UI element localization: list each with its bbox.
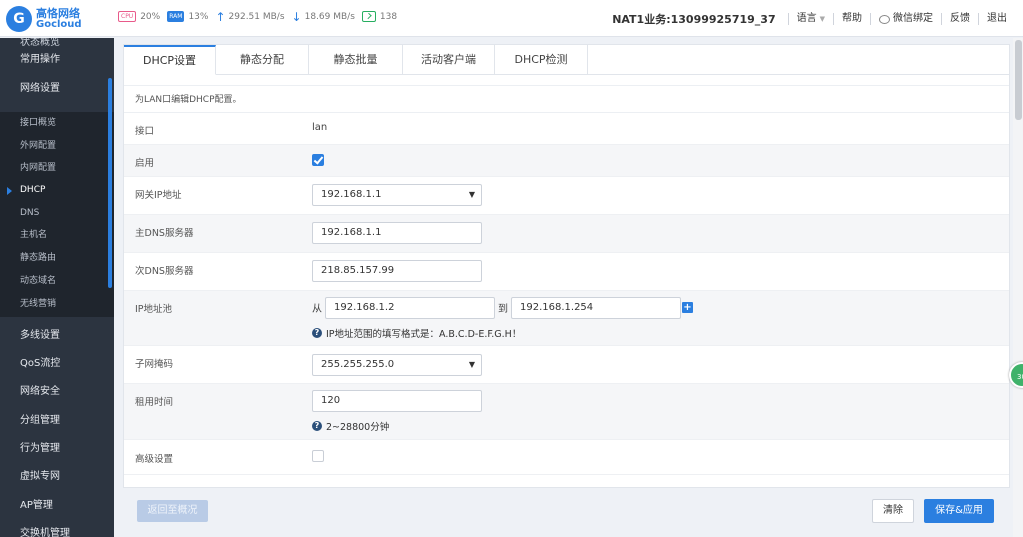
ip-pool-label: IP地址池 — [135, 304, 173, 315]
sidebar-item-common[interactable]: 常用操作 — [0, 46, 114, 74]
wechat-bind-link[interactable]: 微信绑定 — [870, 13, 941, 25]
sidebar-subitem-interfaces[interactable]: 接口概览 — [0, 112, 114, 134]
brand-name-cn: 高恪网络 — [36, 7, 80, 20]
terminal-icon — [361, 11, 376, 22]
terminal-count: 138 — [361, 11, 397, 22]
sidebar-subitem-wan[interactable]: 外网配置 — [0, 135, 114, 157]
dropdown-arrow-icon: ▼ — [468, 360, 475, 369]
status-stats: CPU 20% RAM 13% ↑ 292.51 MB/s ↓ 18.69 MB… — [118, 9, 404, 24]
account-name: NAT1业务:13099925719_37 — [612, 13, 776, 26]
advanced-checkbox[interactable] — [312, 450, 324, 462]
tab-dhcp-detect[interactable]: DHCP检测 — [495, 45, 588, 75]
tab-bar: DHCP设置 静态分配 静态批量 活动客户端 DHCP检测 — [124, 45, 588, 75]
advanced-label: 高级设置 — [135, 454, 174, 465]
row-interface: 接口 lan — [124, 114, 1009, 145]
lease-time-input[interactable]: 120 — [312, 390, 482, 412]
lease-hint: ? 2~28800分钟 — [312, 419, 389, 433]
scroll-thumb[interactable] — [1015, 40, 1022, 120]
sidebar-item-vpn[interactable]: 虚拟专网 — [0, 463, 114, 491]
row-dns2: 次DNS服务器 218.85.157.99 — [124, 253, 1009, 291]
gateway-label: 网关IP地址 — [135, 190, 182, 201]
save-apply-button[interactable]: 保存&应用 — [924, 499, 994, 523]
tab-dhcp-settings[interactable]: DHCP设置 — [124, 45, 216, 75]
row-dns1: 主DNS服务器 192.168.1.1 — [124, 215, 1009, 253]
top-bar: G 高恪网络 Gocloud CPU 20% RAM 13% ↑ 292.51 … — [0, 0, 1023, 37]
sidebar-item-behavior[interactable]: 行为管理 — [0, 435, 114, 463]
tab-active-clients[interactable]: 活动客户端 — [403, 45, 495, 75]
interface-value: lan — [312, 122, 328, 133]
tab-static-batch[interactable]: 静态批量 — [309, 45, 403, 75]
sidebar-subitem-static-route[interactable]: 静态路由 — [0, 247, 114, 269]
active-indicator-icon — [7, 187, 12, 195]
pool-to-word: 到 — [498, 304, 508, 315]
sidebar: 状态概览 常用操作 网络设置 接口概览 外网配置 内网配置 DHCP DNS 主… — [0, 38, 114, 537]
chevron-down-icon: ▼ — [819, 15, 825, 23]
dns1-label: 主DNS服务器 — [135, 228, 194, 239]
ram-usage: RAM 13% — [167, 11, 209, 22]
dns1-input[interactable]: 192.168.1.1 — [312, 222, 482, 244]
main-content: DHCP设置 静态分配 静态批量 活动客户端 DHCP检测 为LAN口编辑DHC… — [114, 38, 1023, 537]
row-ip-pool: IP地址池 从 192.168.1.2 到 192.168.1.254 + ? … — [124, 291, 1009, 346]
tab-static-assign[interactable]: 静态分配 — [216, 45, 309, 75]
lease-time-label: 租用时间 — [135, 397, 174, 408]
subnet-mask-select[interactable]: 255.255.255.0 ▼ — [312, 354, 482, 376]
feedback-link[interactable]: 反馈 — [941, 13, 978, 25]
interface-label: 接口 — [135, 126, 155, 137]
subnet-mask-label: 子网掩码 — [135, 359, 174, 370]
sidebar-item-network[interactable]: 网络设置 — [0, 75, 114, 103]
brand-logo[interactable]: G 高恪网络 Gocloud — [6, 4, 110, 34]
sidebar-item-groups[interactable]: 分组管理 — [0, 407, 114, 435]
sidebar-subitem-hostname[interactable]: 主机名 — [0, 224, 114, 246]
logout-link[interactable]: 退出 — [978, 13, 1015, 25]
sidebar-subitem-wifi-marketing[interactable]: 无线营销 — [0, 293, 114, 315]
row-enable: 启用 — [124, 145, 1009, 177]
dns2-label: 次DNS服务器 — [135, 266, 194, 277]
sidebar-item-security[interactable]: 网络安全 — [0, 378, 114, 406]
dhcp-panel: DHCP设置 静态分配 静态批量 活动客户端 DHCP检测 为LAN口编辑DHC… — [123, 44, 1010, 488]
pool-end-input[interactable]: 192.168.1.254 — [511, 297, 681, 319]
dns2-input[interactable]: 218.85.157.99 — [312, 260, 482, 282]
sidebar-item-switch[interactable]: 交换机管理 — [0, 520, 114, 537]
enable-label: 启用 — [135, 158, 155, 169]
pool-start-input[interactable]: 192.168.1.2 — [325, 297, 495, 319]
sidebar-item-ap[interactable]: AP管理 — [0, 492, 114, 520]
upload-speed: ↑ 292.51 MB/s — [215, 9, 285, 24]
upload-arrow-icon: ↑ — [215, 9, 226, 24]
row-advanced: 高级设置 — [124, 440, 1009, 475]
dropdown-arrow-icon: ▼ — [468, 190, 475, 199]
enable-checkbox[interactable] — [312, 154, 324, 166]
network-submenu: 接口概览 外网配置 内网配置 DHCP DNS 主机名 静态路由 动态域名 无线… — [0, 112, 114, 317]
row-subnet-mask: 子网掩码 255.255.255.0 ▼ — [124, 346, 1009, 384]
help-icon: ? — [312, 421, 322, 431]
sidebar-subitem-lan[interactable]: 内网配置 — [0, 157, 114, 179]
download-arrow-icon: ↓ — [291, 9, 302, 24]
ram-icon: RAM — [167, 11, 185, 22]
help-icon: ? — [312, 328, 322, 338]
panel-description: 为LAN口编辑DHCP配置。 — [124, 85, 1009, 113]
help-link[interactable]: 帮助 — [833, 13, 870, 25]
gateway-select[interactable]: 192.168.1.1 ▼ — [312, 184, 482, 206]
sidebar-subitem-ddns[interactable]: 动态域名 — [0, 270, 114, 292]
sidebar-subitem-dns[interactable]: DNS — [0, 202, 114, 224]
cloud-logo-icon: G — [6, 6, 32, 32]
add-pool-icon[interactable]: + — [682, 302, 693, 313]
clear-button[interactable]: 清除 — [872, 499, 914, 523]
brand-name-en: Gocloud — [36, 19, 82, 30]
back-to-overview-button[interactable]: 返回至概况 — [137, 500, 208, 522]
sidebar-item-qos[interactable]: QoS流控 — [0, 350, 114, 378]
row-gateway: 网关IP地址 192.168.1.1 ▼ — [124, 177, 1009, 215]
download-speed: ↓ 18.69 MB/s — [291, 9, 355, 24]
sidebar-subitem-dhcp[interactable]: DHCP — [0, 179, 114, 201]
cpu-usage: CPU 20% — [118, 11, 160, 22]
header-links: NAT1业务:13099925719_37 语言 ▼ 帮助 微信绑定 反馈 退出 — [612, 11, 1015, 27]
cpu-icon: CPU — [118, 11, 137, 22]
sidebar-scrollbar[interactable] — [108, 78, 112, 288]
pool-from-word: 从 — [312, 304, 322, 315]
pool-hint: ? IP地址范围的填写格式是：A.B.C.D-E.F.G.H！ — [312, 326, 521, 340]
wechat-icon — [879, 14, 890, 24]
language-menu[interactable]: 语言 ▼ — [787, 13, 833, 25]
row-lease-time: 租用时间 120 ? 2~28800分钟 — [124, 384, 1009, 440]
sidebar-item-multiline[interactable]: 多线设置 — [0, 322, 114, 350]
